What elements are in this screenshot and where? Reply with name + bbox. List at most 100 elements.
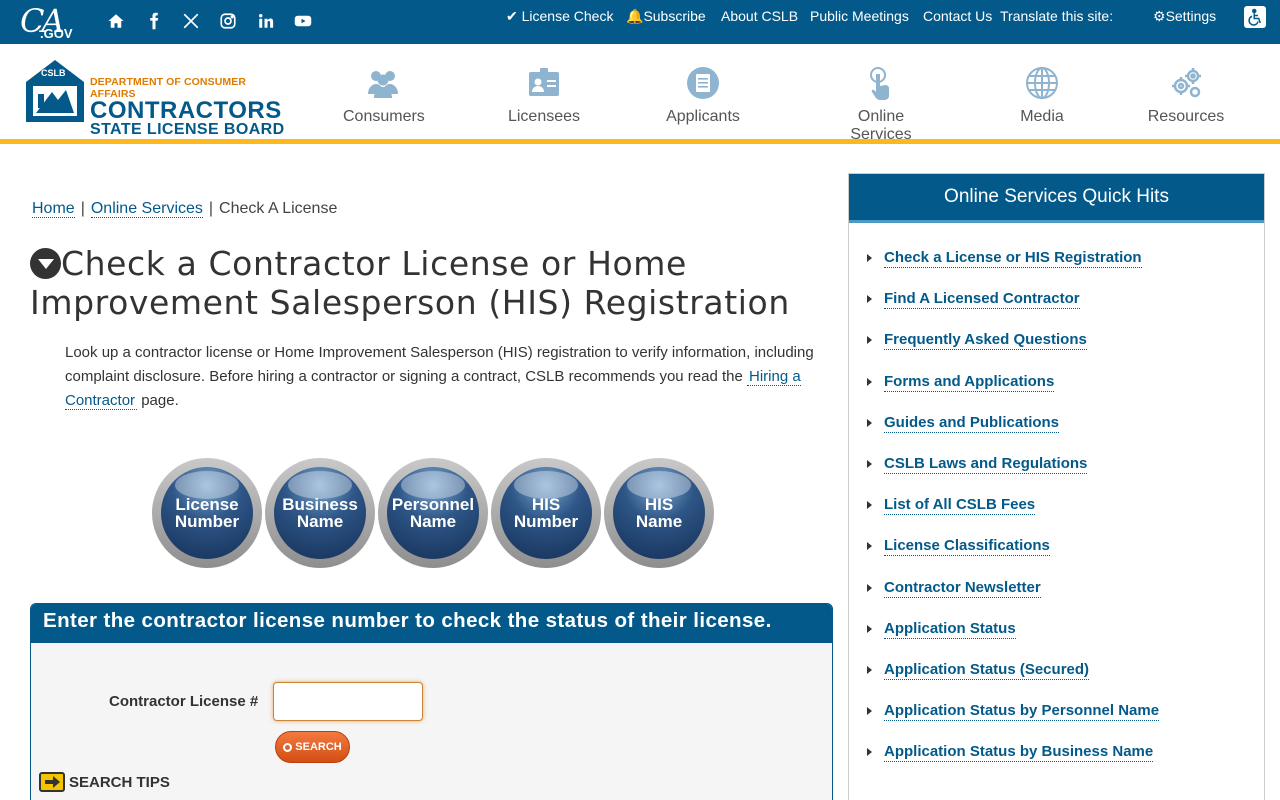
caret-right-icon — [867, 542, 872, 551]
license-number-input[interactable] — [273, 682, 423, 721]
nav-licensees[interactable]: Licensees — [504, 64, 584, 126]
chevron-down-icon[interactable] — [30, 248, 61, 279]
home-icon[interactable] — [105, 10, 127, 32]
breadcrumb-home[interactable]: Home — [32, 200, 75, 218]
cslb-logo-badge: CSLB — [41, 68, 66, 78]
document-icon — [683, 64, 723, 102]
caret-right-icon — [867, 748, 872, 757]
settings-label: Settings — [1165, 8, 1217, 24]
caret-right-icon — [867, 377, 872, 386]
license-number-search-button[interactable]: License Number — [152, 458, 262, 568]
quick-hit-link[interactable]: Application Status by Personnel Name — [884, 701, 1160, 722]
breadcrumb-online-services[interactable]: Online Services — [90, 200, 203, 218]
caret-right-icon — [867, 459, 872, 468]
nav-media[interactable]: Media — [1012, 64, 1072, 126]
list-item: Check a License or HIS Registration — [867, 248, 1264, 289]
list-item: License Classifications — [867, 536, 1264, 577]
bell-icon: 🔔 — [626, 8, 644, 24]
gear-icon: ⚙ — [1153, 8, 1166, 24]
accessibility-icon[interactable] — [1244, 6, 1266, 28]
subscribe-label: Subscribe — [643, 8, 706, 24]
nav-applicants[interactable]: Applicants — [660, 64, 746, 126]
page-title: Check a Contractor License or Home Impro… — [30, 244, 790, 322]
quick-hit-link[interactable]: Application Status (Secured) — [884, 660, 1090, 680]
quick-hit-link[interactable]: Contractor Newsletter — [884, 578, 1041, 598]
instagram-icon[interactable] — [217, 10, 239, 32]
his-name-search-button[interactable]: HIS Name — [604, 458, 714, 568]
search-button[interactable]: SEARCH — [275, 731, 350, 763]
quick-hit-link[interactable]: Forms and Applications — [884, 372, 1055, 392]
youtube-icon[interactable] — [292, 10, 314, 32]
button-line2: Number — [174, 512, 240, 531]
ca-gov-logo-sub: .GOV — [40, 26, 73, 41]
caret-right-icon — [867, 501, 872, 510]
quick-hit-link[interactable]: Guides and Publications — [884, 413, 1060, 433]
caret-right-icon — [867, 624, 872, 633]
quick-hit-link[interactable]: Frequently Asked Questions — [884, 330, 1087, 351]
nav-online-services[interactable]: Online Services — [826, 64, 936, 144]
list-item: List of All CSLB Fees — [867, 495, 1264, 536]
linkedin-icon[interactable] — [255, 10, 277, 32]
subscribe-link[interactable]: 🔔Subscribe — [626, 8, 706, 25]
list-item: Frequently Asked Questions — [867, 330, 1264, 371]
business-name-search-button[interactable]: Business Name — [265, 458, 375, 568]
breadcrumb-current: Check A License — [219, 200, 338, 217]
nav-consumers[interactable]: Consumers — [343, 64, 425, 126]
id-card-icon — [524, 64, 564, 102]
about-cslb-link[interactable]: About CSLB — [721, 8, 798, 24]
nav-resources-label: Resources — [1147, 108, 1225, 125]
contact-us-link[interactable]: Contact Us — [923, 8, 992, 24]
ca-gov-logo[interactable]: CA .GOV — [20, 2, 78, 42]
nav-applicants-label: Applicants — [666, 108, 740, 125]
list-item: Application Status by Business Name — [867, 742, 1264, 783]
list-item: Forms and Applications — [867, 372, 1264, 413]
list-item: Application Status by Personnel Name — [867, 701, 1264, 742]
nav-licensees-label: Licensees — [507, 108, 581, 125]
x-twitter-icon[interactable] — [180, 10, 202, 32]
quick-hits-list: Check a License or HIS Registration Find… — [849, 223, 1264, 783]
search-tips-toggle[interactable]: SEARCH TIPS — [39, 772, 170, 792]
quick-hit-link[interactable]: License Classifications — [884, 536, 1050, 557]
quick-hit-link[interactable]: Check a License or HIS Registration — [884, 248, 1142, 268]
public-meetings-link[interactable]: Public Meetings — [810, 8, 909, 24]
gears-icon — [1166, 64, 1206, 102]
list-item: Application Status — [867, 619, 1264, 660]
nav-consumers-label: Consumers — [343, 108, 425, 125]
his-number-search-button[interactable]: HIS Number — [491, 458, 601, 568]
caret-right-icon — [867, 336, 872, 345]
site-header: CSLB DEPARTMENT OF CONSUMER AFFAIRS CONT… — [0, 44, 1280, 144]
button-line2: Number — [513, 512, 579, 531]
license-check-link[interactable]: ✔ License Check — [506, 8, 613, 25]
facebook-icon[interactable] — [143, 10, 165, 32]
search-tips-label: SEARCH TIPS — [69, 773, 170, 791]
quick-hit-link[interactable]: Application Status — [884, 619, 1016, 639]
license-search-form: Enter the contractor license number to c… — [30, 603, 833, 800]
button-line2: Name — [409, 512, 457, 531]
breadcrumb: Home | Online Services | Check A License — [32, 200, 337, 218]
license-number-label: Contractor License # — [109, 693, 259, 710]
quick-hit-link[interactable]: List of All CSLB Fees — [884, 495, 1036, 516]
caret-right-icon — [867, 254, 872, 262]
search-button-label: SEARCH — [295, 741, 342, 753]
quick-hit-link[interactable]: Application Status by Business Name — [884, 742, 1154, 763]
caret-right-icon — [867, 418, 872, 427]
quick-hit-link[interactable]: CSLB Laws and Regulations — [884, 454, 1088, 474]
quick-hit-link[interactable]: Find A Licensed Contractor — [884, 289, 1080, 310]
search-heading: Enter the contractor license number to c… — [31, 604, 832, 643]
magnifier-icon — [283, 742, 293, 752]
logo-line2: STATE LICENSE BOARD — [90, 121, 285, 138]
nav-resources[interactable]: Resources — [1146, 64, 1226, 126]
caret-right-icon — [867, 583, 872, 592]
list-item: CSLB Laws and Regulations — [867, 454, 1264, 495]
cslb-logo[interactable]: CSLB DEPARTMENT OF CONSUMER AFFAIRS CONT… — [24, 58, 290, 138]
list-item: Find A Licensed Contractor — [867, 289, 1264, 330]
settings-link[interactable]: ⚙Settings — [1153, 8, 1216, 25]
caret-right-icon — [867, 707, 872, 716]
list-item: Guides and Publications — [867, 413, 1264, 454]
nav-online-services-label: Online Services — [850, 108, 912, 143]
intro-paragraph: Look up a contractor license or Home Imp… — [65, 341, 835, 413]
touch-icon — [861, 64, 901, 102]
personnel-name-search-button[interactable]: Personnel Name — [378, 458, 488, 568]
globe-icon — [1022, 64, 1062, 102]
page-title-heading: Check a Contractor License or Home Impro… — [30, 244, 830, 322]
